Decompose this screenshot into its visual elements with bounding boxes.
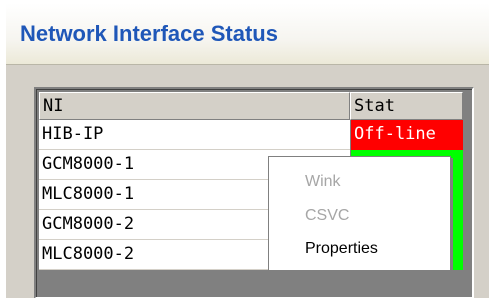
menu-item-csvc: CSVC (305, 207, 350, 224)
menu-item-properties[interactable]: Properties (269, 234, 450, 264)
menu-item-wink: Wink (305, 173, 341, 190)
table-row-hib-ip[interactable]: HIB-IP Off-line (39, 120, 463, 150)
table-header: NI Stat (39, 92, 463, 120)
status-cell-offline: Off-line (350, 120, 463, 150)
window-title: Network Interface Status (20, 21, 278, 46)
column-header-stat[interactable]: Stat (350, 92, 463, 120)
ni-name: HIB-IP (39, 120, 350, 150)
column-header-ni[interactable]: NI (39, 92, 350, 120)
context-menu: Wink CSVC Properties (268, 156, 451, 271)
title-bar[interactable]: Network Interface Status (6, 3, 489, 65)
